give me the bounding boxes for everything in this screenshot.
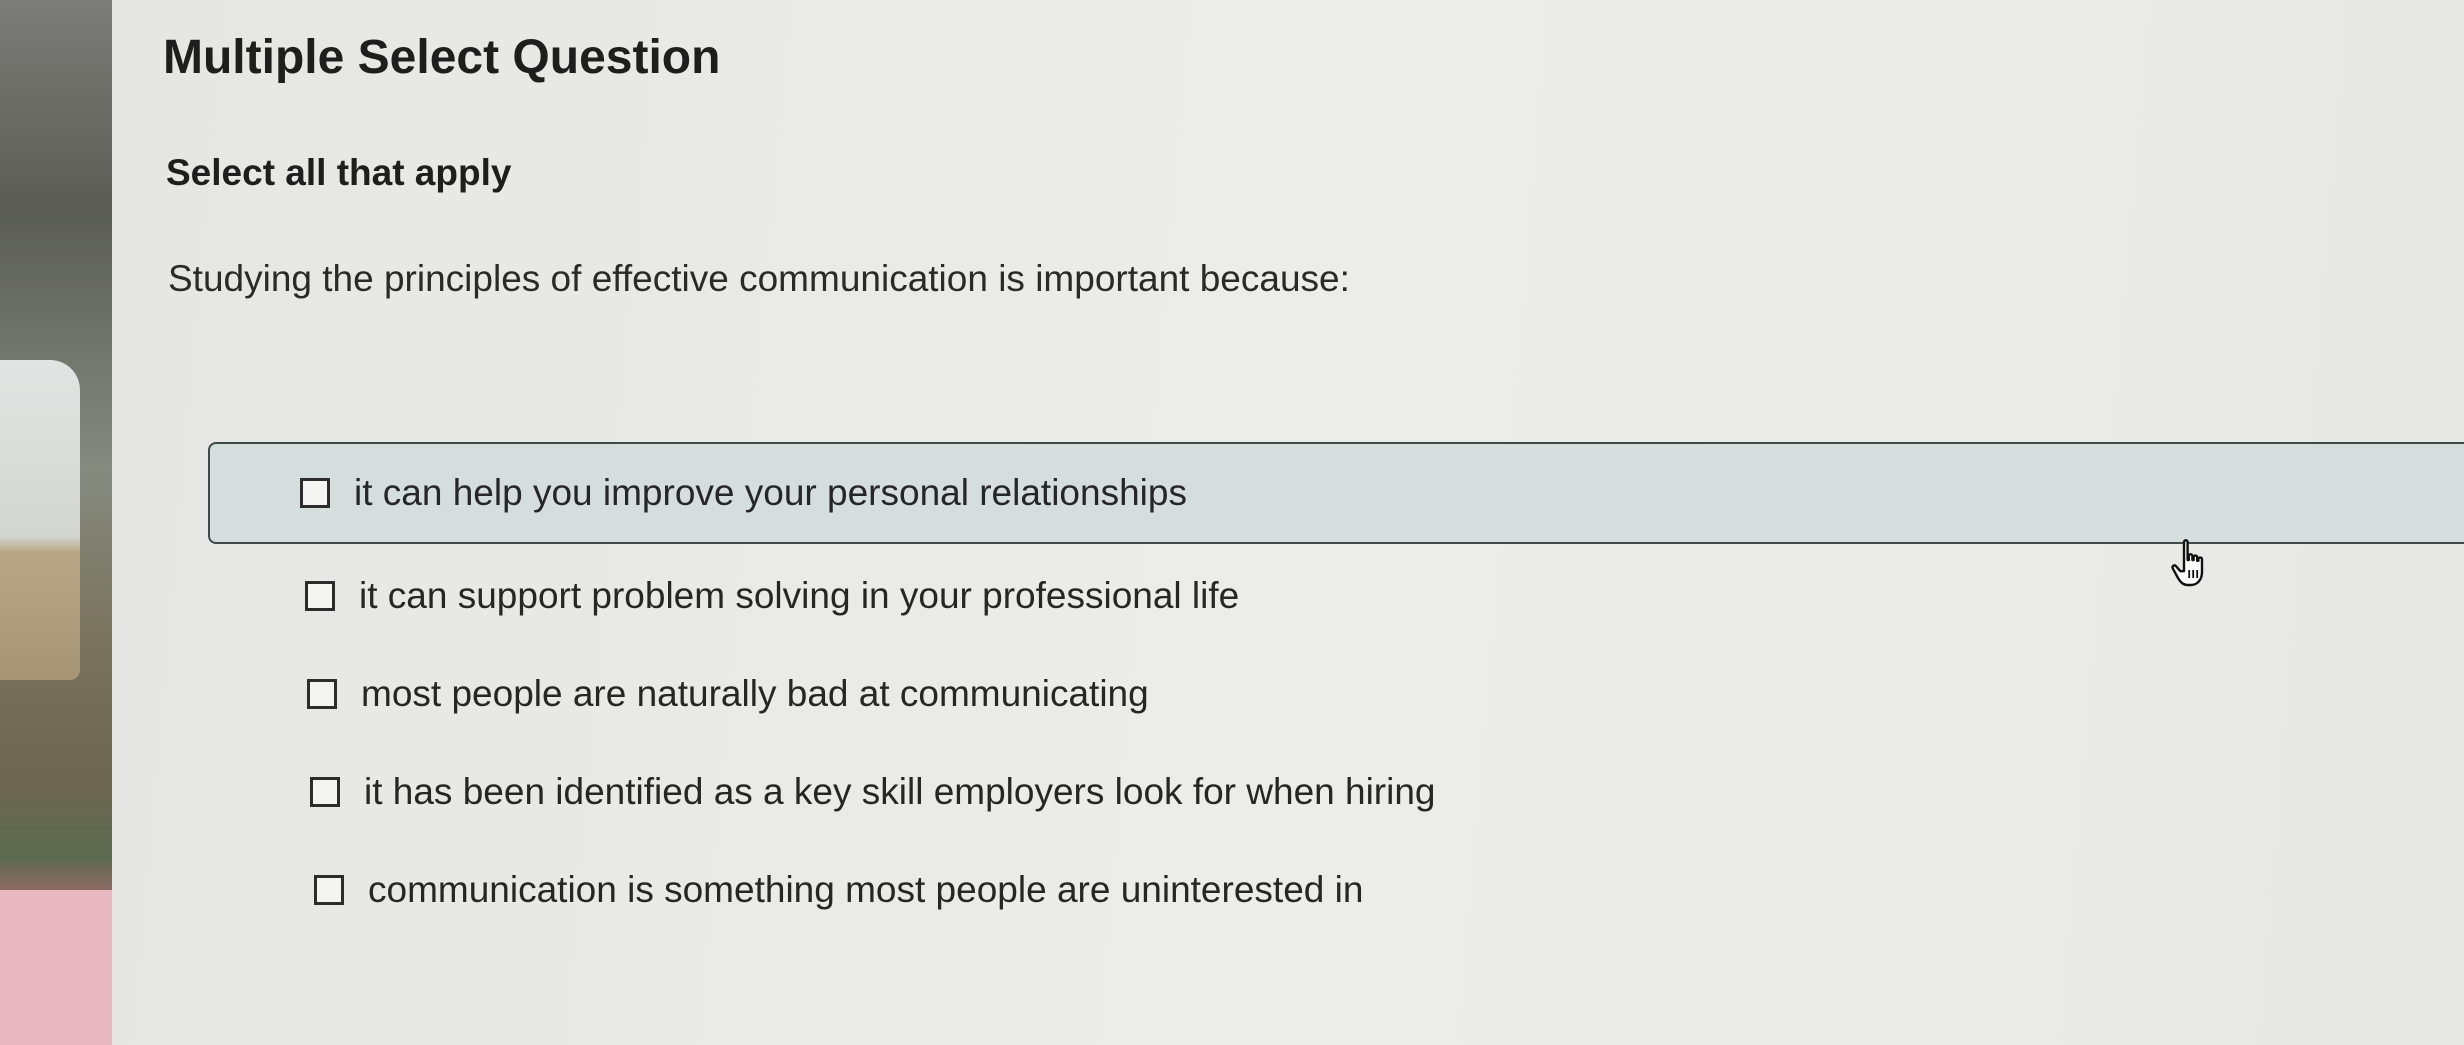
- answer-option-4[interactable]: it has been identified as a key skill em…: [310, 771, 1436, 813]
- answer-option-1[interactable]: it can help you improve your personal re…: [208, 442, 2464, 544]
- answer-option-5[interactable]: communication is something most people a…: [314, 869, 1363, 911]
- hand-pointer-icon: [2171, 539, 2204, 587]
- checkbox-icon[interactable]: [300, 478, 330, 508]
- answer-option-3[interactable]: most people are naturally bad at communi…: [307, 673, 1149, 715]
- answer-option-label: it can support problem solving in your p…: [359, 575, 1240, 616]
- answer-options: it can help you improve your personal re…: [0, 0, 2464, 1045]
- checkbox-icon[interactable]: [310, 777, 340, 807]
- answer-option-2[interactable]: it can support problem solving in your p…: [305, 575, 1239, 617]
- answer-option-label: communication is something most people a…: [368, 869, 1364, 910]
- answer-option-label: most people are naturally bad at communi…: [361, 673, 1149, 714]
- checkbox-icon[interactable]: [307, 679, 337, 709]
- answer-option-label: it can help you improve your personal re…: [354, 472, 1187, 513]
- answer-option-label: it has been identified as a key skill em…: [364, 771, 1436, 812]
- checkbox-icon[interactable]: [305, 581, 335, 611]
- checkbox-icon[interactable]: [314, 875, 344, 905]
